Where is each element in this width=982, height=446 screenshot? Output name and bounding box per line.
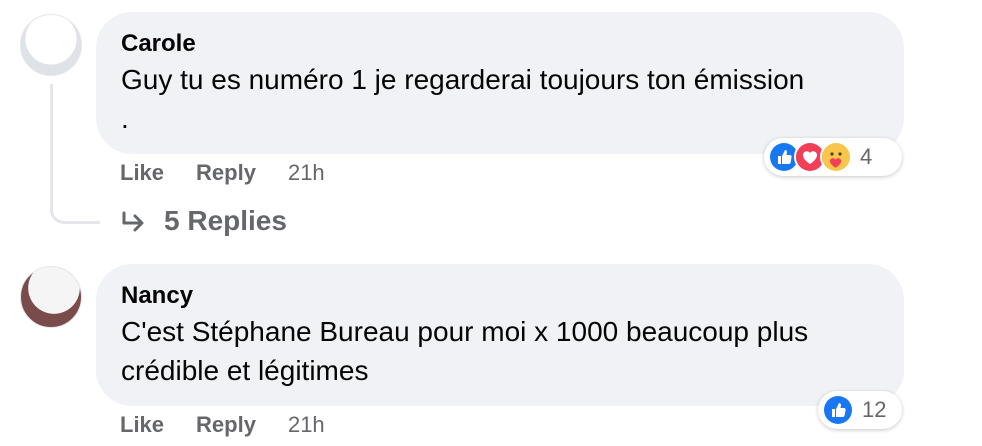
comment-author[interactable]: Carole (121, 28, 878, 60)
care-icon (820, 141, 852, 173)
reactions-summary[interactable]: 4 (764, 138, 902, 176)
avatar[interactable] (20, 266, 82, 328)
comment-bubble: Nancy C'est Stéphane Bureau pour moi x 1… (96, 264, 904, 406)
comment-text-line: C'est Stéphane Bureau pour moi x 1000 be… (121, 316, 809, 347)
replies-count-label: 5 Replies (164, 205, 287, 236)
comment-text-line: Guy tu es numéro 1 je regarderai toujour… (121, 64, 805, 95)
reply-button[interactable]: Reply (196, 412, 256, 438)
thread-connector-line (50, 84, 100, 224)
reply-arrow-icon (122, 211, 144, 232)
view-replies-button[interactable]: 5 Replies (120, 205, 287, 237)
avatar[interactable] (20, 14, 82, 76)
comment-timestamp[interactable]: 21h (288, 160, 325, 186)
reaction-count: 12 (862, 397, 887, 422)
reply-button[interactable]: Reply (196, 160, 256, 186)
comment-actions: Like Reply 21h (120, 160, 325, 186)
like-button[interactable]: Like (120, 412, 164, 438)
like-icon (822, 394, 854, 426)
comment-text-line: crédible et légitimes (121, 355, 369, 386)
comment-actions: Like Reply 21h (120, 412, 325, 438)
comment-bubble: Carole Guy tu es numéro 1 je regarderai … (96, 12, 904, 154)
comment-text-line: . (121, 103, 129, 134)
comments-thread: Carole Guy tu es numéro 1 je regarderai … (0, 0, 982, 446)
reactions-summary[interactable]: 12 (818, 391, 902, 429)
comment-author[interactable]: Nancy (121, 280, 878, 312)
comment-timestamp[interactable]: 21h (288, 412, 325, 438)
like-button[interactable]: Like (120, 160, 164, 186)
reaction-count: 4 (860, 144, 873, 169)
